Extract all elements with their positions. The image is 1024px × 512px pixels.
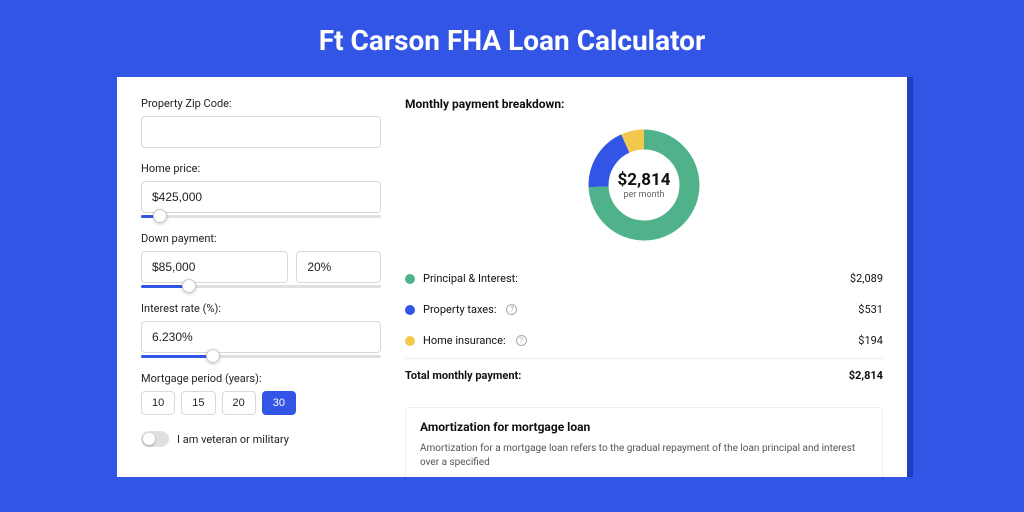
down-payment-label: Down payment: (141, 232, 381, 245)
slider-fill (141, 355, 213, 358)
home-price-slider[interactable] (141, 215, 381, 218)
line-items: Principal & Interest: $2,089 Property taxe… (405, 263, 883, 356)
donut-amount: $2,814 (618, 170, 671, 190)
breakdown-panel: Monthly payment breakdown: $2,814 per mo… (405, 97, 883, 477)
inputs-panel: Property Zip Code: Home price: Down paym… (141, 97, 381, 477)
total-label: Total monthly payment: (405, 369, 521, 382)
breakdown-title: Monthly payment breakdown: (405, 97, 883, 111)
total-row: Total monthly payment: $2,814 (405, 358, 883, 391)
rate-slider[interactable] (141, 355, 381, 358)
calculator-card: Property Zip Code: Home price: Down paym… (117, 77, 907, 477)
rate-label: Interest rate (%): (141, 302, 381, 315)
amortization-card: Amortization for mortgage loan Amortizat… (405, 407, 883, 477)
down-payment-field: Down payment: (141, 232, 381, 288)
breakdown-value: $531 (858, 303, 883, 316)
toggle-knob (143, 433, 155, 445)
zip-label: Property Zip Code: (141, 97, 381, 110)
amortization-title: Amortization for mortgage loan (420, 420, 868, 434)
breakdown-row: Home insurance:? $194 (405, 325, 883, 356)
veteran-label: I am veteran or military (177, 433, 289, 446)
breakdown-row: Property taxes:? $531 (405, 294, 883, 325)
donut-wrap: $2,814 per month (405, 125, 883, 245)
down-payment-input[interactable] (141, 251, 288, 283)
breakdown-label: Property taxes: (423, 303, 496, 316)
breakdown-value: $2,089 (850, 272, 883, 285)
amortization-text: Amortization for a mortgage loan refers … (420, 442, 868, 470)
period-button-15[interactable]: 15 (181, 391, 215, 415)
breakdown-label: Principal & Interest: (423, 272, 518, 285)
info-icon[interactable]: ? (516, 335, 527, 346)
legend-dot (405, 336, 415, 346)
slider-thumb[interactable] (206, 349, 220, 363)
home-price-field: Home price: (141, 162, 381, 218)
breakdown-value: $194 (858, 334, 883, 347)
veteran-toggle[interactable] (141, 431, 169, 447)
period-button-30[interactable]: 30 (262, 391, 296, 415)
slider-thumb[interactable] (153, 209, 167, 223)
zip-field: Property Zip Code: (141, 97, 381, 148)
breakdown-label: Home insurance: (423, 334, 506, 347)
period-buttons: 1015 2030 (141, 391, 381, 415)
legend-dot (405, 305, 415, 315)
info-icon[interactable]: ? (506, 304, 517, 315)
veteran-row: I am veteran or military (141, 431, 381, 447)
total-value: $2,814 (849, 369, 883, 382)
breakdown-row: Principal & Interest: $2,089 (405, 263, 883, 294)
period-button-20[interactable]: 20 (222, 391, 256, 415)
rate-input[interactable] (141, 321, 381, 353)
page-title: Ft Carson FHA Loan Calculator (0, 0, 1024, 77)
period-button-10[interactable]: 10 (141, 391, 175, 415)
legend-dot (405, 274, 415, 284)
zip-input[interactable] (141, 116, 381, 148)
rate-field: Interest rate (%): (141, 302, 381, 358)
slider-thumb[interactable] (182, 279, 196, 293)
home-price-label: Home price: (141, 162, 381, 175)
down-payment-slider[interactable] (141, 285, 381, 288)
donut-chart: $2,814 per month (584, 125, 704, 245)
period-label: Mortgage period (years): (141, 372, 381, 385)
home-price-input[interactable] (141, 181, 381, 213)
donut-sub: per month (623, 190, 664, 200)
down-payment-pct-input[interactable] (296, 251, 381, 283)
period-field: Mortgage period (years): 1015 2030 (141, 372, 381, 415)
